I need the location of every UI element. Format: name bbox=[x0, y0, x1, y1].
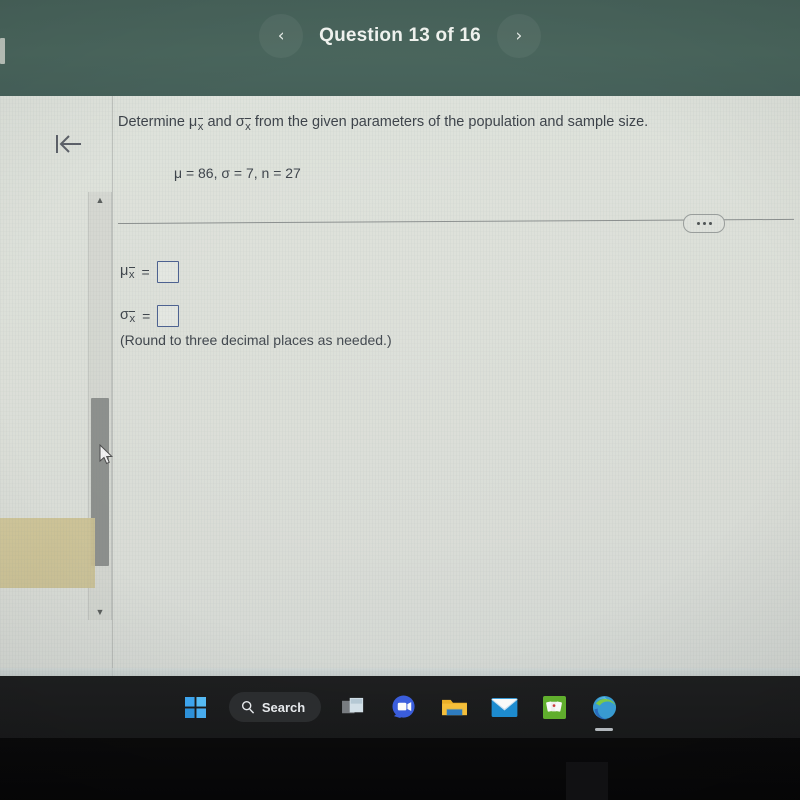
rounding-instruction: (Round to three decimal places as needed… bbox=[120, 332, 392, 348]
mouse-cursor bbox=[99, 443, 115, 466]
app-header: ‹ Question 13 of 16 › bbox=[0, 0, 800, 96]
scroll-up-button[interactable]: ▲ bbox=[89, 192, 111, 208]
answer-row-sigma: σx = bbox=[120, 305, 180, 327]
equals-sign: = bbox=[141, 264, 150, 280]
folder-icon bbox=[441, 699, 467, 715]
solitaire-icon bbox=[542, 695, 566, 719]
prompt-text-end: from the given parameters of the populat… bbox=[250, 114, 649, 130]
given-parameters: μ = 86, σ = 7, n = 27 bbox=[174, 165, 301, 181]
mail-icon bbox=[491, 697, 518, 717]
page-title: Question 13 of 16 bbox=[319, 25, 481, 46]
ellipsis-dot bbox=[702, 222, 706, 225]
screen-reflection-block bbox=[0, 518, 95, 588]
bezel-reflection bbox=[566, 762, 608, 800]
start-button[interactable] bbox=[179, 690, 213, 724]
active-app-indicator bbox=[595, 728, 614, 731]
edge-button[interactable] bbox=[587, 690, 621, 731]
prompt-text-middle: and bbox=[203, 114, 236, 130]
section-divider bbox=[117, 214, 794, 234]
prompt-text-start: Determine bbox=[118, 114, 189, 130]
windows-taskbar: Search bbox=[0, 676, 800, 738]
mu-symbol: μ bbox=[120, 262, 129, 279]
screen-photo: ‹ Question 13 of 16 › ▲ ▼ Determine μx a… bbox=[0, 0, 800, 800]
answer-input-sigma[interactable] bbox=[157, 305, 180, 327]
question-page: ▲ ▼ Determine μx and σx from the given p… bbox=[0, 96, 800, 676]
chevron-left-icon: ‹ bbox=[277, 25, 285, 46]
question-content: Determine μx and σx from the given param… bbox=[112, 96, 800, 676]
answer-sigma-label: σx bbox=[120, 307, 135, 326]
xbar-subscript: x bbox=[128, 267, 135, 282]
collapse-panel-icon[interactable] bbox=[52, 130, 86, 158]
answer-mu-label: μx bbox=[120, 263, 135, 282]
answer-input-mu[interactable] bbox=[156, 261, 179, 283]
chevron-right-icon: › bbox=[515, 25, 523, 46]
question-prompt: Determine μx and σx from the given param… bbox=[118, 113, 648, 135]
equals-sign: = bbox=[142, 308, 151, 324]
search-input[interactable]: Search bbox=[228, 692, 322, 722]
task-view-icon bbox=[341, 697, 363, 713]
search-icon bbox=[241, 700, 254, 714]
task-view-button[interactable] bbox=[337, 690, 371, 724]
solitaire-button[interactable] bbox=[537, 690, 571, 724]
meetings-button[interactable] bbox=[387, 690, 421, 724]
mu-symbol: μ bbox=[188, 114, 198, 130]
file-explorer-button[interactable] bbox=[437, 690, 471, 724]
ellipsis-dot bbox=[708, 222, 712, 225]
taskbar-items: Search bbox=[0, 676, 800, 738]
laptop-bezel bbox=[0, 738, 800, 800]
xbar-subscript: x bbox=[245, 117, 251, 135]
xbar-subscript: x bbox=[129, 311, 136, 326]
sigma-symbol: σ bbox=[120, 306, 129, 323]
windows-logo-icon bbox=[185, 696, 207, 718]
answer-row-mu: μx = bbox=[120, 261, 179, 283]
more-options-button[interactable] bbox=[683, 214, 725, 233]
sigma-symbol: σ bbox=[235, 114, 245, 130]
search-label: Search bbox=[261, 699, 306, 715]
edge-icon bbox=[592, 695, 616, 719]
scroll-down-button[interactable]: ▼ bbox=[89, 604, 111, 620]
xbar-subscript: x bbox=[197, 117, 203, 135]
mail-button[interactable] bbox=[487, 690, 521, 724]
video-call-icon bbox=[392, 694, 415, 718]
next-question-button[interactable]: › bbox=[496, 14, 541, 58]
previous-question-button[interactable]: ‹ bbox=[259, 14, 304, 58]
ellipsis-dot bbox=[696, 222, 700, 225]
question-navigation: ‹ Question 13 of 16 › bbox=[0, 14, 800, 58]
